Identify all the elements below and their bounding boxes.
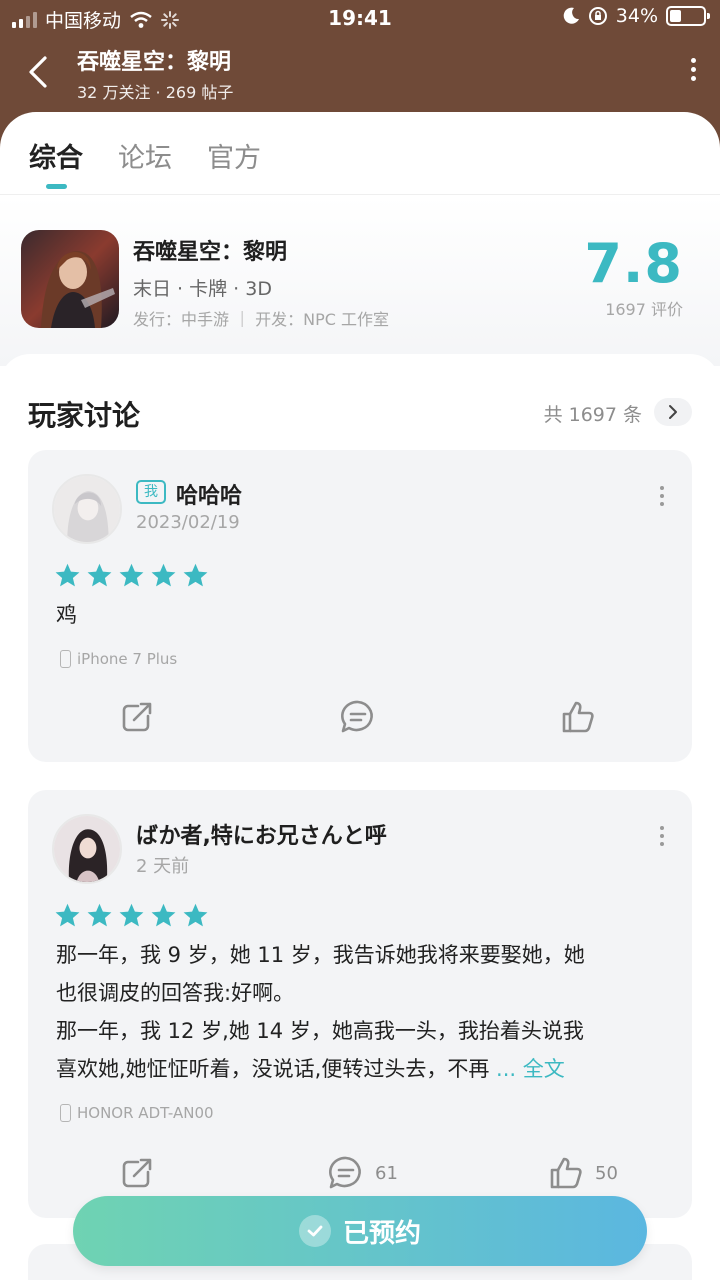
back-arrow-icon[interactable] — [20, 52, 60, 92]
comment-button[interactable]: 61 — [327, 1154, 398, 1192]
share-button[interactable] — [118, 698, 156, 736]
review-text: 那一年，我 9 岁，她 11 岁，我告诉她我将来要娶她，她 也很调皮的回答我:好… — [56, 936, 666, 1088]
content-sheet: 综合 论坛 官方 吞噬星空：黎明 末日 · 卡牌 · 3D 发行：中手游 ｜ 开… — [0, 112, 720, 1280]
nav-title: 吞噬星空：黎明 — [77, 50, 232, 75]
section-title: 玩家讨论 — [28, 399, 141, 432]
star-icon — [151, 563, 176, 587]
star-icon — [87, 563, 112, 587]
star-icon — [119, 903, 144, 927]
share-icon — [122, 702, 152, 732]
post-date: 2 天前 — [136, 856, 190, 877]
tab-forum[interactable]: 论坛 — [118, 136, 172, 175]
username[interactable]: 哈哈哈 — [176, 478, 242, 510]
player-discussion: 玩家讨论 共 1697 条 我 哈哈哈 2023/02/19 鸡 iPhone … — [0, 354, 720, 1280]
discussion-count[interactable]: 共 1697 条 — [544, 400, 642, 427]
game-publisher: 发行：中手游 ｜ 开发：NPC 工作室 — [133, 310, 390, 329]
rotation-lock-icon — [588, 7, 607, 25]
star-icon — [87, 903, 112, 927]
comment-button[interactable] — [339, 698, 387, 736]
review-text-line: 喜欢她,她怔怔听着，没说话,便转过头去，不再 ... 全文 — [56, 1050, 666, 1088]
reserved-label: 已预约 — [342, 1218, 421, 1249]
reserved-button[interactable]: 已预约 — [73, 1196, 647, 1266]
post-date: 2023/02/19 — [136, 512, 240, 533]
device-label: HONOR ADT-AN00 — [60, 1104, 214, 1122]
status-bar: 中国移动 19:41 34% — [0, 0, 720, 36]
tab-indicator — [46, 184, 67, 189]
phone-icon — [60, 650, 71, 668]
game-info[interactable]: 吞噬星空：黎明 末日 · 卡牌 · 3D 发行：中手游 ｜ 开发：NPC 工作室… — [0, 196, 720, 366]
review-text-line: 那一年，我 12 岁,她 14 岁，她高我一头，我抬着头说我 — [56, 1019, 584, 1043]
avatar[interactable] — [52, 474, 122, 544]
game-name: 吞噬星空：黎明 — [133, 240, 288, 265]
review-text: 鸡 — [56, 603, 77, 627]
moon-icon — [563, 7, 579, 24]
game-tags: 末日 · 卡牌 · 3D — [133, 278, 272, 300]
share-button[interactable] — [118, 1154, 156, 1192]
more-options-icon[interactable] — [688, 58, 698, 86]
tab-bar: 综合 论坛 官方 — [0, 112, 720, 195]
like-count: 50 — [595, 1162, 618, 1184]
battery-percent: 34% — [615, 5, 658, 27]
game-icon — [21, 230, 119, 328]
read-more-link[interactable]: ... 全文 — [496, 1057, 565, 1081]
device-label: iPhone 7 Plus — [60, 650, 177, 668]
review-card[interactable]: ばか者,特にお兄さんと呼 2 天前 那一年，我 9 岁，她 11 岁，我告诉她我… — [28, 790, 692, 1218]
comment-icon — [341, 700, 373, 733]
avatar[interactable] — [52, 814, 122, 884]
device-name: HONOR ADT-AN00 — [77, 1104, 214, 1122]
star-icon — [55, 903, 80, 927]
me-badge: 我 — [136, 480, 166, 504]
thumbs-up-icon — [550, 1157, 582, 1189]
review-card[interactable]: 我 哈哈哈 2023/02/19 鸡 iPhone 7 Plus — [28, 450, 692, 762]
rating-count: 1697 评价 — [605, 300, 683, 319]
thumbs-up-icon — [562, 701, 594, 733]
tab-overview[interactable]: 综合 — [29, 136, 83, 175]
more-options-icon[interactable] — [658, 826, 666, 852]
battery-icon — [666, 6, 710, 26]
like-button[interactable]: 50 — [547, 1154, 618, 1192]
game-score: 7.8 — [584, 232, 683, 295]
star-icon — [151, 903, 176, 927]
chevron-right-icon[interactable] — [654, 398, 692, 426]
device-name: iPhone 7 Plus — [77, 650, 178, 668]
comment-count: 61 — [375, 1162, 398, 1184]
nav-bar: 吞噬星空：黎明 32 万关注 · 269 帖子 — [0, 36, 720, 110]
star-icon — [55, 563, 80, 587]
star-icon — [183, 563, 208, 587]
nav-subtitle: 32 万关注 · 269 帖子 — [77, 83, 234, 102]
rating-stars — [54, 562, 209, 589]
star-icon — [119, 563, 144, 587]
more-options-icon[interactable] — [658, 486, 666, 512]
rating-stars — [54, 902, 209, 929]
share-icon — [122, 1158, 152, 1188]
tab-official[interactable]: 官方 — [207, 136, 261, 175]
comment-icon — [329, 1156, 361, 1189]
phone-icon — [60, 1104, 71, 1122]
username[interactable]: ばか者,特にお兄さんと呼 — [136, 818, 387, 850]
check-icon — [298, 1215, 331, 1247]
review-text-line: 也很调皮的回答我:好啊。 — [56, 981, 295, 1005]
like-button[interactable] — [559, 698, 607, 736]
star-icon — [183, 903, 208, 927]
review-text-line: 那一年，我 9 岁，她 11 岁，我告诉她我将来要娶她，她 — [56, 943, 585, 967]
review-text-tail: 喜欢她,她怔怔听着，没说话,便转过头去，不再 — [56, 1057, 490, 1081]
